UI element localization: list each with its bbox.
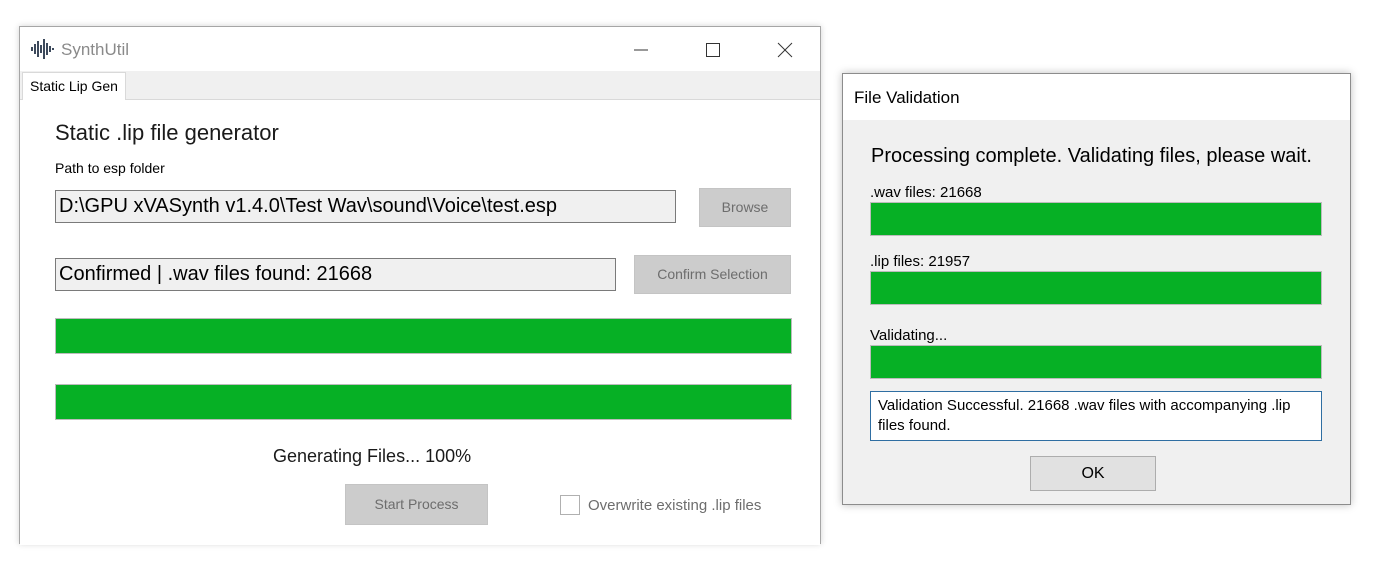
tab-strip: Static Lip Gen bbox=[20, 71, 820, 101]
wav-files-label: .wav files: 21668 bbox=[870, 184, 982, 201]
validating-label: Validating... bbox=[870, 327, 948, 344]
ok-button[interactable]: OK bbox=[1030, 456, 1156, 491]
file-validation-dialog: File Validation Processing complete. Val… bbox=[842, 73, 1351, 505]
lip-files-label: .lip files: 21957 bbox=[870, 253, 971, 270]
close-button[interactable] bbox=[762, 35, 808, 65]
path-label: Path to esp folder bbox=[55, 160, 165, 176]
dialog-heading: Processing complete. Validating files, p… bbox=[871, 145, 1312, 167]
minimize-icon bbox=[634, 49, 648, 51]
page-title: Static .lip file generator bbox=[55, 120, 279, 145]
waveform-icon bbox=[30, 39, 56, 59]
progress-bar-2 bbox=[55, 384, 792, 420]
lip-progress-bar bbox=[870, 271, 1322, 305]
overwrite-option[interactable]: Overwrite existing .lip files bbox=[560, 495, 761, 515]
maximize-icon bbox=[706, 43, 720, 57]
confirm-selection-button[interactable]: Confirm Selection bbox=[634, 255, 791, 294]
overwrite-checkbox[interactable] bbox=[560, 495, 580, 515]
wav-progress-fill bbox=[871, 203, 1321, 235]
validation-progress-fill bbox=[871, 346, 1321, 378]
dialog-title: File Validation bbox=[854, 88, 960, 107]
validation-message: Validation Successful. 21668 .wav files … bbox=[870, 391, 1322, 441]
main-window: SynthUtil Static Lip Gen Static .lip fil… bbox=[19, 26, 821, 545]
progress-bar-1-fill bbox=[56, 319, 791, 353]
dialog-title-bar[interactable]: File Validation bbox=[843, 74, 1350, 120]
validation-progress-bar bbox=[870, 345, 1322, 379]
progress-bar-2-fill bbox=[56, 385, 791, 419]
window-title: SynthUtil bbox=[61, 40, 130, 59]
status-text: Generating Files... 100% bbox=[273, 446, 472, 466]
progress-bar-1 bbox=[55, 318, 792, 354]
browse-button[interactable]: Browse bbox=[699, 188, 791, 227]
overwrite-label: Overwrite existing .lip files bbox=[588, 496, 762, 514]
title-bar[interactable]: SynthUtil bbox=[20, 27, 820, 71]
minimize-button[interactable] bbox=[618, 35, 664, 65]
lip-progress-fill bbox=[871, 272, 1321, 304]
tab-static-lip-gen[interactable]: Static Lip Gen bbox=[22, 72, 126, 101]
start-process-button[interactable]: Start Process bbox=[345, 484, 488, 525]
tab-content: Static .lip file generator Path to esp f… bbox=[20, 100, 820, 545]
close-icon bbox=[777, 42, 793, 58]
confirmation-field: Confirmed | .wav files found: 21668 bbox=[55, 258, 616, 291]
wav-progress-bar bbox=[870, 202, 1322, 236]
maximize-button[interactable] bbox=[690, 35, 736, 65]
esp-path-field[interactable]: D:\GPU xVASynth v1.4.0\Test Wav\sound\Vo… bbox=[55, 190, 676, 223]
